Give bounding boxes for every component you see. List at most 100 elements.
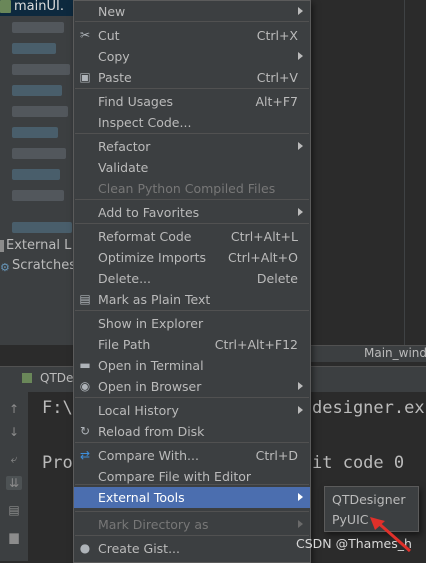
menu-item-label: Delete...: [98, 271, 151, 286]
menu-item-shortcut: Ctrl+X: [256, 28, 298, 43]
menu-item-label: Compare With...: [98, 448, 199, 463]
scroll-to-end-icon[interactable]: ⇊: [6, 476, 22, 490]
menu-item-label: Create Gist...: [98, 541, 181, 556]
menu-item-external-tools[interactable]: External Tools: [74, 487, 310, 508]
reload-icon: ↻: [79, 424, 91, 438]
terminal-icon: ▬: [79, 358, 91, 372]
menu-item-local-history[interactable]: Local History: [74, 400, 310, 421]
menu-item-label: Inspect Code...: [98, 115, 192, 130]
menu-item-label: Mark as Plain Text: [98, 292, 211, 307]
run-toolbar: ↑ ↓ ⤶ ⇊ ▤ ▆: [0, 392, 29, 561]
blurred-file-row: [12, 106, 68, 117]
selected-file-name[interactable]: mainUI.: [14, 0, 64, 14]
menu-item-qtdesigner[interactable]: QTDesigner: [325, 489, 418, 509]
compare-icon: ⇄: [79, 448, 91, 462]
menu-item-shortcut: Delete: [256, 271, 298, 286]
menu-item-delete[interactable]: Delete... Delete: [74, 268, 310, 289]
soft-wrap-icon[interactable]: ⤶: [6, 452, 22, 466]
scissors-icon: ✂: [79, 28, 91, 42]
menu-item-copy[interactable]: Copy: [74, 46, 310, 67]
menu-item-shortcut: Alt+F7: [255, 94, 298, 109]
menu-item-add-to-favorites[interactable]: Add to Favorites: [74, 202, 310, 223]
editor-breadcrumb[interactable]: Main_wind: [364, 346, 426, 360]
submenu-arrow-icon: [298, 493, 303, 501]
menu-item-label: Show in Explorer: [98, 316, 204, 331]
submenu-arrow-icon: [298, 142, 303, 150]
menu-item-shortcut: Ctrl+D: [255, 448, 298, 463]
menu-separator: [75, 223, 309, 224]
menu-item-reload-from-disk[interactable]: ↻ Reload from Disk: [74, 421, 310, 442]
menu-item-label: Cut: [98, 28, 120, 43]
trash-icon[interactable]: ▆: [6, 530, 22, 544]
menu-separator: [75, 199, 309, 200]
down-arrow-icon[interactable]: ↓: [6, 425, 22, 439]
blurred-file-row: [12, 148, 66, 159]
blurred-file-row: [12, 22, 64, 33]
menu-item-reformat-code[interactable]: Reformat Code Ctrl+Alt+L: [74, 226, 310, 247]
menu-separator: [75, 397, 309, 398]
menu-item-file-path[interactable]: File Path Ctrl+Alt+F12: [74, 334, 310, 355]
menu-item-label: Local History: [98, 403, 179, 418]
blurred-file-row: [12, 85, 62, 96]
menu-item-mark-as-plain-text[interactable]: ▤ Mark as Plain Text: [74, 289, 310, 310]
submenu-arrow-icon: [298, 208, 303, 216]
menu-item-new[interactable]: New: [74, 1, 310, 22]
blurred-file-row: [12, 43, 56, 54]
menu-item-find-usages[interactable]: Find Usages Alt+F7: [74, 91, 310, 112]
plain-text-icon: ▤: [79, 292, 91, 306]
menu-item-validate[interactable]: Validate: [74, 157, 310, 178]
console-line-2-end: it code 0: [312, 453, 405, 473]
right-margin-guide: [404, 0, 405, 345]
menu-item-label: Reload from Disk: [98, 424, 205, 439]
github-icon: ●: [79, 541, 91, 555]
menu-separator: [75, 535, 309, 536]
menu-item-shortcut: Ctrl+Alt+F12: [214, 337, 298, 352]
menu-item-label: PyUIC: [332, 512, 369, 527]
menu-item-label: Optimize Imports: [98, 250, 207, 265]
scratches-item[interactable]: Scratches a: [12, 258, 73, 273]
menu-item-label: Open in Terminal: [98, 358, 204, 373]
menu-item-label: Validate: [98, 160, 149, 175]
menu-item-label: QTDesigner: [332, 492, 406, 507]
submenu-arrow-icon: [298, 7, 303, 15]
clipboard-icon: ▣: [79, 70, 91, 84]
menu-separator: [75, 310, 309, 311]
menu-item-create-gist[interactable]: ● Create Gist...: [74, 538, 310, 559]
menu-item-shortcut: Ctrl+Alt+O: [228, 250, 298, 265]
menu-item-shortcut: Ctrl+Alt+L: [230, 229, 298, 244]
menu-item-open-in-terminal[interactable]: ▬ Open in Terminal: [74, 355, 310, 376]
menu-item-label: Find Usages: [98, 94, 174, 109]
menu-item-label: Mark Directory as: [98, 517, 209, 532]
submenu-arrow-icon: [298, 406, 303, 414]
console-line-2-start: Pro: [42, 453, 73, 473]
up-arrow-icon[interactable]: ↑: [6, 402, 22, 416]
submenu-arrow-icon: [298, 52, 303, 60]
console-line-1-end: designer.ex: [312, 398, 425, 418]
menu-item-label: External Tools: [98, 490, 185, 505]
console-line-1-start: F:\: [42, 398, 73, 418]
menu-item-compare-file-with-editor[interactable]: Compare File with Editor: [74, 466, 310, 487]
submenu-arrow-icon: [298, 520, 303, 528]
menu-item-paste[interactable]: ▣ Paste Ctrl+V: [74, 67, 310, 88]
menu-item-label: Refactor: [98, 139, 151, 154]
blurred-file-row: [12, 169, 60, 180]
menu-item-compare-with[interactable]: ⇄ Compare With... Ctrl+D: [74, 445, 310, 466]
menu-separator: [75, 88, 309, 89]
menu-item-refactor[interactable]: Refactor: [74, 136, 310, 157]
menu-item-optimize-imports[interactable]: Optimize Imports Ctrl+Alt+O: [74, 247, 310, 268]
menu-item-label: Add to Favorites: [98, 205, 200, 220]
editor-area: [310, 0, 426, 345]
external-libraries-item[interactable]: External Libraries: [6, 238, 72, 253]
submenu-arrow-icon: [298, 382, 303, 390]
menu-item-open-in-browser[interactable]: ◉ Open in Browser: [74, 376, 310, 397]
menu-item-show-in-explorer[interactable]: Show in Explorer: [74, 313, 310, 334]
scratches-icon: ⚙: [0, 261, 10, 274]
menu-separator: [75, 442, 309, 443]
blurred-file-row: [12, 190, 64, 201]
print-icon[interactable]: ▤: [6, 503, 22, 517]
menu-item-inspect-code[interactable]: Inspect Code...: [74, 112, 310, 133]
library-icon: [0, 240, 4, 252]
menu-item-cut[interactable]: ✂ Cut Ctrl+X: [74, 25, 310, 46]
run-tab[interactable]: QTDe: [40, 371, 73, 385]
menu-item-label: Clean Python Compiled Files: [98, 181, 276, 196]
